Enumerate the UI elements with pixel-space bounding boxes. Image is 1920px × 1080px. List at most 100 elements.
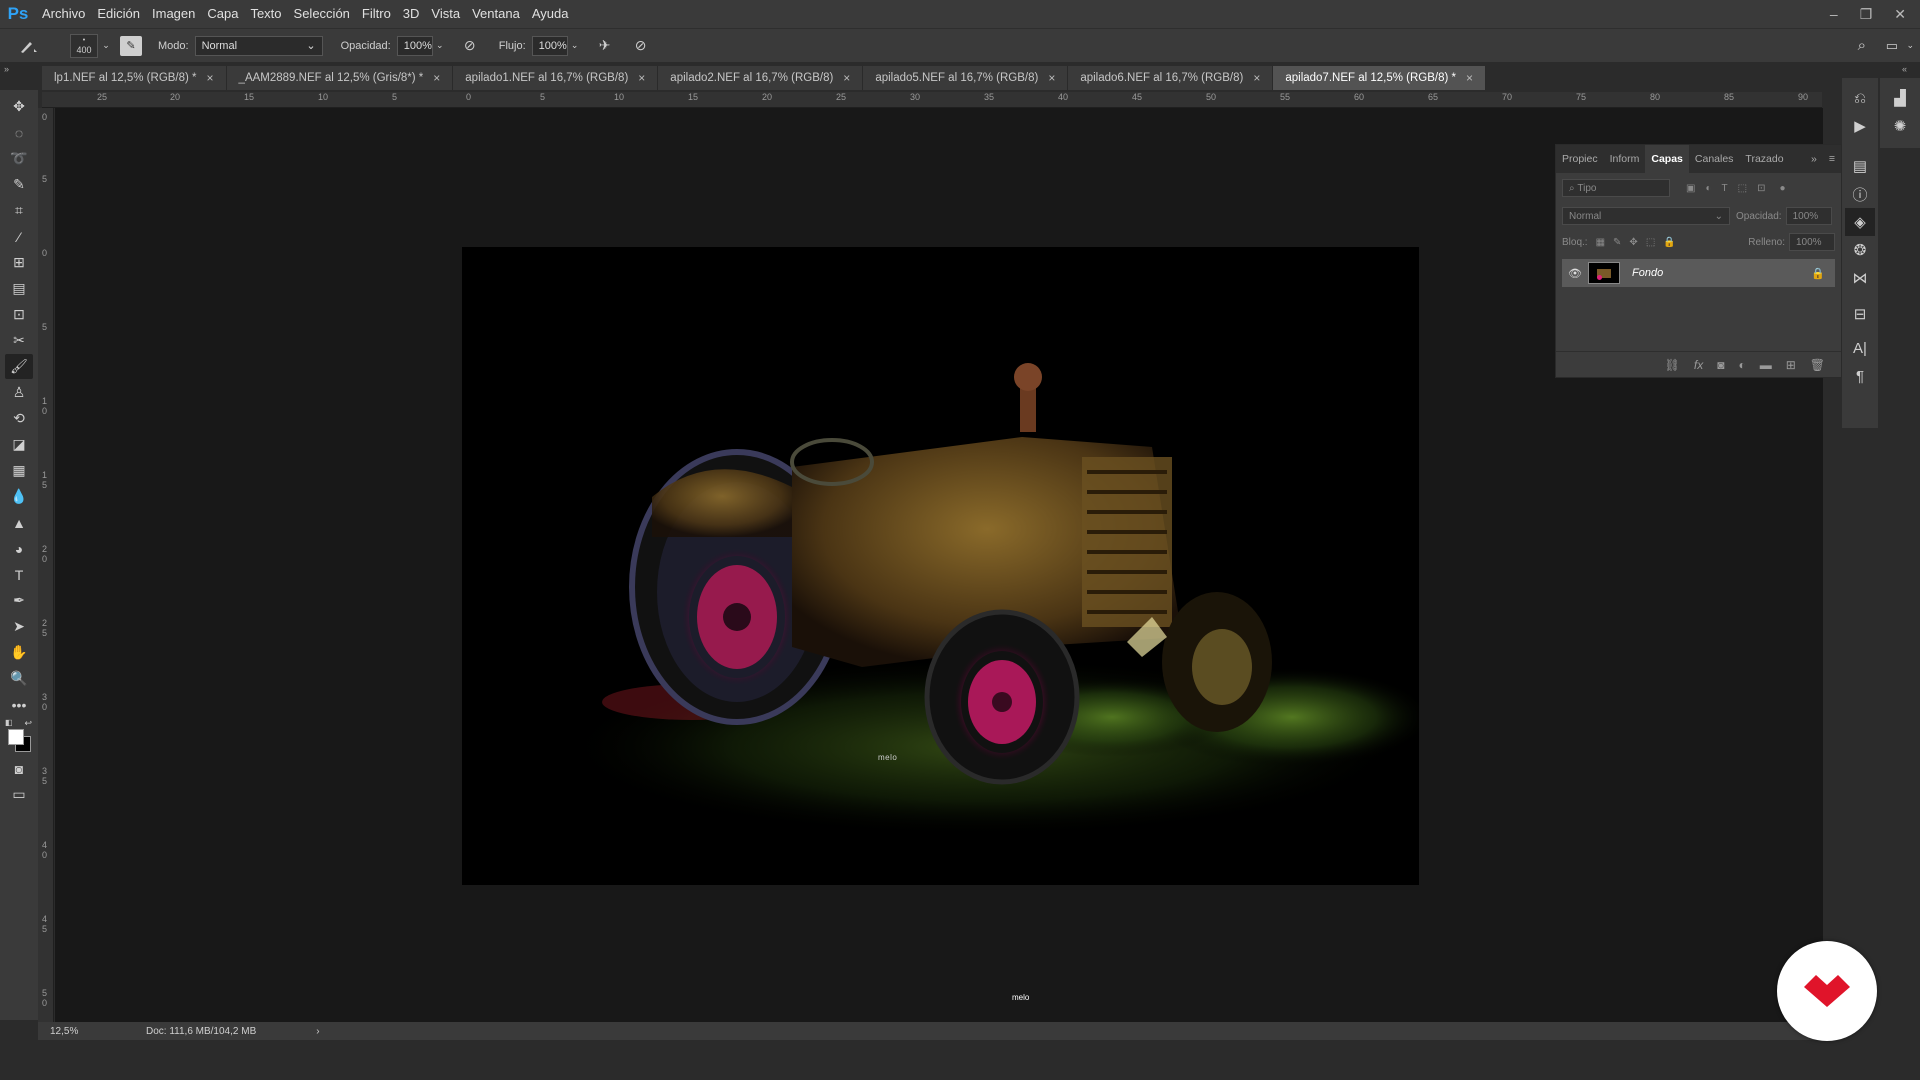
eye-visibility-icon[interactable]: 👁 — [1562, 267, 1588, 280]
default-colors-icon[interactable]: ◧ — [5, 718, 13, 727]
opacity-input[interactable]: 100% — [396, 35, 433, 56]
menu-imagen[interactable]: Imagen — [146, 0, 201, 28]
layers-panel-icon[interactable]: ◈ — [1845, 208, 1875, 236]
fill-input[interactable]: 100% — [1789, 233, 1835, 251]
lock-image-icon[interactable]: ✎ — [1613, 237, 1621, 248]
dodge-tool-icon[interactable]: ◕ — [5, 536, 33, 561]
quick-mask-icon[interactable]: ◙ — [5, 756, 33, 781]
info-panel-icon[interactable]: ⓘ — [1845, 180, 1875, 208]
brush-tool-icon[interactable]: 🖌 — [5, 354, 33, 379]
color-swatches[interactable]: ◧ ↩ — [4, 718, 34, 756]
menu-ventana[interactable]: Ventana — [466, 0, 526, 28]
menu-edicion[interactable]: Edición — [91, 0, 146, 28]
collapse-panels-icon[interactable]: « — [1902, 64, 1907, 74]
close-icon[interactable]: × — [207, 71, 214, 85]
eyedropper-tool-icon[interactable]: ⁄ — [5, 224, 33, 249]
chevron-down-icon[interactable]: ⌄ — [98, 40, 114, 51]
chevron-down-icon[interactable]: ⌄ — [1906, 40, 1914, 51]
filter-smart-object-icon[interactable]: ⊡ — [1757, 183, 1765, 194]
tab-info[interactable]: Inform — [1604, 145, 1646, 173]
crop-tool-icon[interactable]: ⌗ — [5, 198, 33, 223]
link-icon[interactable]: ⛓ — [1665, 358, 1680, 372]
tab-aam2889[interactable]: _AAM2889.NEF al 12,5% (Gris/8*) * × — [226, 66, 454, 90]
tab-paths[interactable]: Trazado — [1739, 145, 1789, 173]
pen-tool-icon[interactable]: ✒ — [5, 588, 33, 613]
close-icon[interactable]: × — [1253, 71, 1260, 85]
foreground-color-swatch[interactable] — [8, 729, 24, 745]
eraser-tool-icon[interactable]: ◪ — [5, 432, 33, 457]
paragraph-panel-icon[interactable]: ¶ — [1845, 362, 1875, 390]
spot-healing-tool-icon[interactable]: ⊞ — [5, 250, 33, 275]
menu-archivo[interactable]: Archivo — [36, 0, 91, 28]
channels-panel-icon[interactable]: ❂ — [1845, 236, 1875, 264]
menu-texto[interactable]: Texto — [244, 0, 287, 28]
adjustments-panel-icon[interactable]: ✺ — [1885, 112, 1915, 140]
trash-icon[interactable]: 🗑 — [1810, 358, 1825, 372]
history-brush-tool-icon[interactable]: ⟲ — [5, 406, 33, 431]
close-icon[interactable]: × — [843, 71, 850, 85]
tab-lp1[interactable]: lp1.NEF al 12,5% (RGB/8) * × — [42, 66, 227, 90]
lasso-tool-icon[interactable]: ➰ — [5, 146, 33, 171]
lock-transparent-icon[interactable]: ▦ — [1596, 237, 1605, 248]
quick-selection-tool-icon[interactable]: ✎ — [5, 172, 33, 197]
close-window-button[interactable]: ✕ — [1894, 6, 1906, 23]
layer-filter-select[interactable]: ⌕ Tipo — [1562, 179, 1670, 197]
content-aware-move-tool-icon[interactable]: ⊡ — [5, 302, 33, 327]
blend-mode-select[interactable]: Normal ⌄ — [1562, 207, 1730, 225]
layer-row-fondo[interactable]: 👁 Fondo 🔒 — [1562, 259, 1835, 287]
new-layer-icon[interactable]: ⊞ — [1786, 358, 1796, 372]
close-icon[interactable]: × — [433, 71, 440, 85]
menu-filtro[interactable]: Filtro — [356, 0, 397, 28]
lock-position-icon[interactable]: ✥ — [1629, 237, 1637, 248]
history-panel-icon[interactable]: ⎌ — [1845, 84, 1875, 112]
gradient-tool-icon[interactable]: ▦ — [5, 458, 33, 483]
fx-icon[interactable]: fx — [1694, 358, 1703, 372]
swap-colors-icon[interactable]: ↩ — [24, 718, 32, 729]
tab-layers[interactable]: Capas — [1645, 145, 1689, 173]
filter-toggle-icon[interactable]: ● — [1779, 183, 1785, 194]
folder-icon[interactable]: ▬ — [1760, 358, 1772, 372]
close-icon[interactable]: × — [1466, 71, 1473, 85]
panel-menu-icon[interactable]: ≡ — [1823, 145, 1841, 173]
lock-all-icon[interactable]: 🔒 — [1663, 237, 1675, 248]
zoom-tool-icon[interactable]: 🔍 — [5, 666, 33, 691]
status-menu-arrow[interactable]: › — [316, 1026, 319, 1037]
brush-panel-toggle-icon[interactable]: ✎ — [120, 35, 142, 56]
patch-tool-icon[interactable]: ▤ — [5, 276, 33, 301]
menu-3d[interactable]: 3D — [397, 0, 426, 28]
tab-apilado6[interactable]: apilado6.NEF al 16,7% (RGB/8) × — [1068, 66, 1274, 90]
type-tool-icon[interactable]: T — [5, 562, 33, 587]
menu-vista[interactable]: Vista — [425, 0, 466, 28]
path-selection-tool-icon[interactable]: ➤ — [5, 614, 33, 639]
clone-source-panel-icon[interactable]: ⊟ — [1845, 300, 1875, 328]
minimize-button[interactable]: – — [1830, 6, 1838, 22]
chevron-down-icon[interactable]: ⌄ — [568, 40, 582, 51]
close-icon[interactable]: × — [638, 71, 645, 85]
layer-opacity-input[interactable]: 100% — [1785, 207, 1832, 225]
search-icon[interactable]: ⌕ — [1858, 37, 1866, 54]
filter-adjustment-icon[interactable]: ◐ — [1705, 183, 1711, 194]
airbrush-icon[interactable]: ✈ — [592, 37, 618, 54]
tab-properties[interactable]: Propiec — [1556, 145, 1604, 173]
hand-tool-icon[interactable]: ✋ — [5, 640, 33, 665]
move-tool-icon[interactable]: ✥ — [5, 94, 33, 119]
tab-channels[interactable]: Canales — [1689, 145, 1740, 173]
mask-icon[interactable]: ◙ — [1717, 358, 1724, 372]
character-panel-icon[interactable]: A| — [1845, 334, 1875, 362]
pressure-size-icon[interactable]: ⊘ — [628, 37, 654, 54]
lock-artboard-icon[interactable]: ⬚ — [1646, 237, 1655, 248]
flow-input[interactable]: 100% — [531, 35, 568, 56]
actions-panel-icon[interactable]: ▶ — [1845, 112, 1875, 140]
tab-apilado7[interactable]: apilado7.NEF al 12,5% (RGB/8) * × — [1273, 66, 1487, 90]
sharpen-tool-icon[interactable]: ▲ — [5, 510, 33, 535]
more-tabs-icon[interactable]: » — [1805, 145, 1823, 173]
document-canvas[interactable]: melo — [462, 247, 1419, 885]
tab-apilado1[interactable]: apilado1.NEF al 16,7% (RGB/8) × — [453, 66, 659, 90]
paths-panel-icon[interactable]: ⋈ — [1845, 264, 1875, 292]
tab-apilado5[interactable]: apilado5.NEF al 16,7% (RGB/8) × — [863, 66, 1069, 90]
more-tools-icon[interactable]: ••• — [5, 692, 33, 717]
clone-stamp-tool-icon[interactable]: ♙ — [5, 380, 33, 405]
collapse-toolbar-icon[interactable]: » — [4, 64, 9, 74]
close-icon[interactable]: × — [1048, 71, 1055, 85]
mode-select[interactable]: Normal ⌄ — [194, 35, 323, 56]
